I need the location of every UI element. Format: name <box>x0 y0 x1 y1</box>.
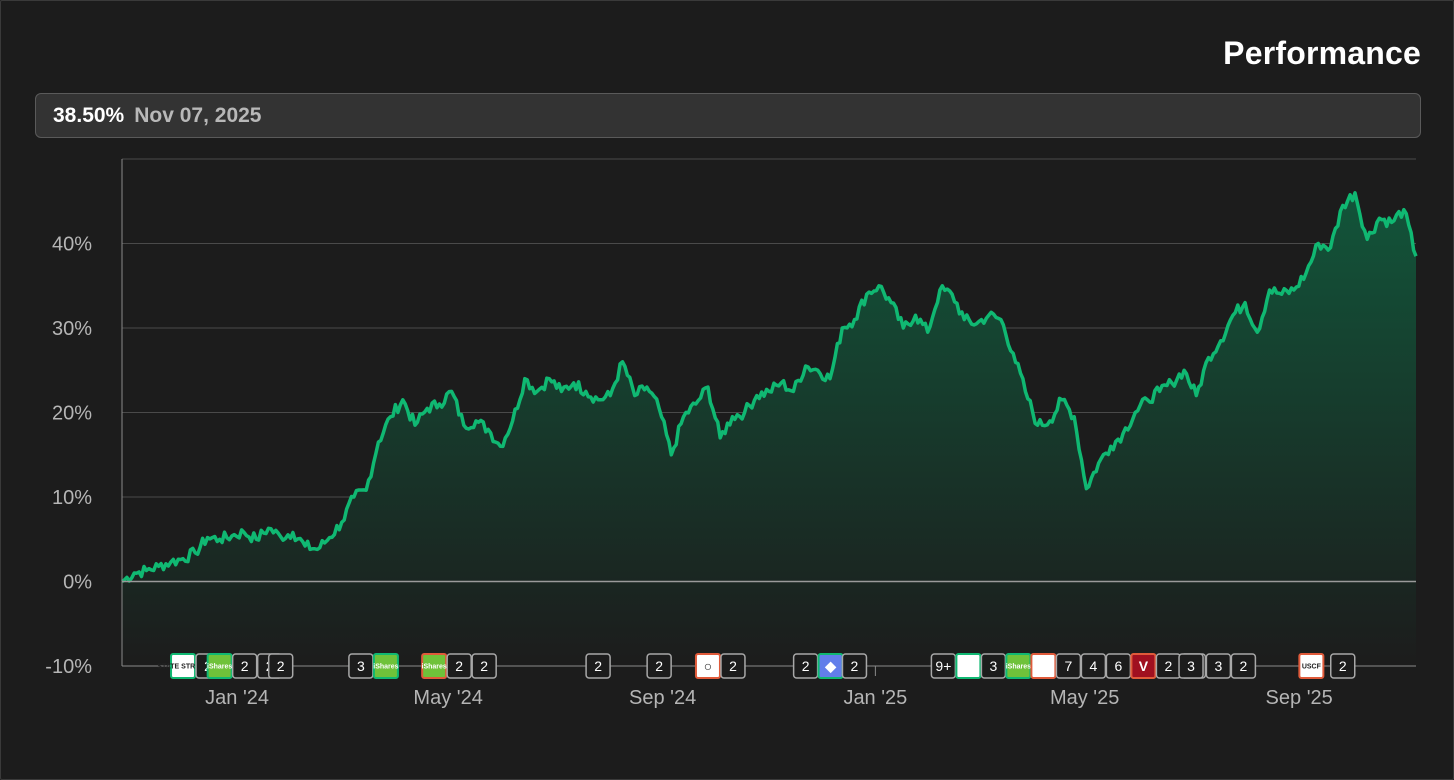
event-count: 3 <box>989 658 997 674</box>
event-count: 3 <box>357 658 365 674</box>
event-marker[interactable]: iShares 2 2 <box>421 653 497 679</box>
x-tick-label: May '24 <box>413 687 482 709</box>
event-marker[interactable]: 9+3iShares746V2332 <box>930 653 1257 679</box>
event-marker[interactable]: 3 iShares <box>348 653 399 679</box>
y-tick-label: 0% <box>63 572 92 594</box>
area-path <box>122 192 1416 667</box>
event-marker[interactable]: 2 <box>646 653 672 679</box>
event-count: 2 <box>241 658 249 674</box>
area-fill <box>122 192 1416 667</box>
fund-logo-text: iShares <box>373 663 398 670</box>
event-count: 3 <box>1214 658 1222 674</box>
fund-logo-text: V <box>1139 658 1149 674</box>
event-marker[interactable]: 2 <box>1330 653 1356 679</box>
event-count: 2 <box>655 658 663 674</box>
event-marker[interactable]: 2 <box>841 653 868 679</box>
y-tick-label: -10% <box>45 656 92 678</box>
x-tick-label: Sep '24 <box>629 687 696 709</box>
event-count: 2 <box>802 658 810 674</box>
event-marker[interactable]: 3 <box>1178 653 1204 679</box>
x-tick-label: Jan '24 <box>205 687 269 709</box>
fund-logo-badge <box>955 653 982 679</box>
event-count: 7 <box>1064 658 1072 674</box>
event-marker[interactable]: USCF <box>1298 653 1325 679</box>
event-count: 2 <box>1339 658 1347 674</box>
event-marker[interactable]: 2 <box>585 653 611 679</box>
fund-logo-text: ○ <box>704 658 712 674</box>
fund-logo-text: ◆ <box>824 658 837 674</box>
event-marker[interactable]: 2 ◆ <box>792 653 844 679</box>
event-count: 9+ <box>935 658 951 674</box>
event-marker[interactable]: 2 <box>267 653 294 679</box>
fund-logo-text: iShares <box>207 663 232 670</box>
event-count: 6 <box>1114 658 1122 674</box>
y-tick-label: 40% <box>52 234 92 256</box>
y-tick-label: 20% <box>52 403 92 425</box>
fund-logo-text: USCF <box>1302 663 1322 670</box>
y-tick-label: 10% <box>52 487 92 509</box>
performance-chart[interactable]: -10% 0% 10% 20% 30% 40% Jan '24 May '24 Sep '24… <box>0 0 1454 780</box>
x-tick-label: Jan '25 <box>843 687 907 709</box>
event-count: 2 <box>1239 658 1247 674</box>
event-count: 2 <box>594 658 602 674</box>
event-count: 3 <box>1187 658 1195 674</box>
fund-logo-text: iShares <box>422 663 447 670</box>
event-marker[interactable]: ○ 2 <box>694 653 746 679</box>
fund-logo-text: iShares <box>1006 663 1031 670</box>
x-tick-label: May '25 <box>1050 687 1119 709</box>
event-count: 2 <box>1164 658 1172 674</box>
event-count: 2 <box>455 658 463 674</box>
fund-logo-badge <box>1030 653 1057 679</box>
event-count: 4 <box>1089 658 1097 674</box>
y-axis-labels: -10% 0% 10% 20% 30% 40% <box>45 234 92 679</box>
event-count: 2 <box>851 658 859 674</box>
event-count: 2 <box>480 658 488 674</box>
x-tick-label: Sep '25 <box>1266 687 1333 709</box>
y-tick-label: 30% <box>52 318 92 340</box>
event-count: 2 <box>277 658 285 674</box>
event-count: 2 <box>729 658 737 674</box>
